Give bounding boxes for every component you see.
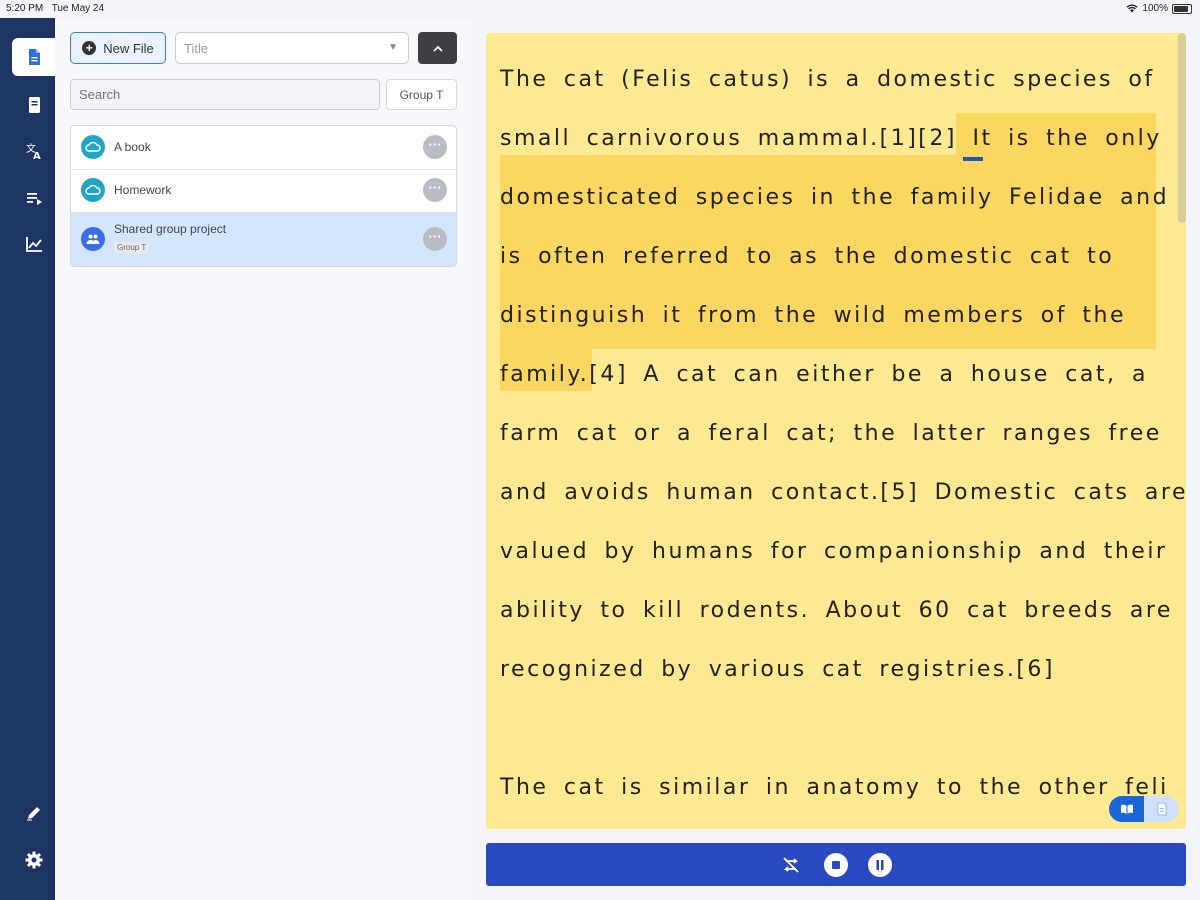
book-icon (29, 97, 40, 113)
reader-scrollbar[interactable] (1178, 33, 1186, 223)
pause-icon (867, 852, 892, 877)
chevron-up-icon (432, 45, 443, 52)
more-options-button[interactable]: ··· (423, 178, 447, 202)
nav-item-edit[interactable] (12, 794, 56, 832)
group-badge: Group T (114, 242, 150, 253)
wifi-icon (1126, 4, 1138, 13)
status-right: 100% (1126, 3, 1192, 14)
status-bar: 5:20 PM Tue May 24 100% (0, 0, 1200, 18)
battery-percent: 100% (1142, 3, 1168, 14)
sort-select[interactable]: Title ▼ (175, 32, 409, 64)
pause-button[interactable] (866, 851, 893, 878)
stop-icon (823, 852, 848, 877)
plus-icon: + (82, 41, 97, 55)
cloud-icon (81, 135, 105, 159)
nav-item-translate[interactable]: 文A (12, 132, 56, 170)
nav-item-statistics[interactable] (12, 225, 56, 263)
document-icon (1157, 802, 1166, 816)
more-options-button[interactable]: ··· (423, 227, 447, 251)
document-icon (28, 49, 40, 65)
chart-icon (26, 237, 42, 252)
gear-icon (25, 851, 43, 869)
group-filter-button[interactable]: Group T (386, 79, 457, 110)
file-row-shared-group-project[interactable]: Shared group project Group T ··· (71, 212, 456, 266)
nav-item-playlist[interactable] (12, 179, 56, 217)
side-nav: 文A (0, 18, 55, 900)
open-book-icon (1120, 804, 1133, 814)
search-input[interactable] (70, 79, 380, 110)
document-mode-segment[interactable] (1144, 796, 1179, 822)
file-row-homework[interactable]: Homework ··· (71, 169, 456, 213)
repeat-off-button[interactable] (777, 851, 804, 878)
status-time-date: 5:20 PM Tue May 24 (6, 3, 105, 14)
group-icon (81, 227, 105, 251)
translate-icon: 文A (26, 142, 41, 161)
view-mode-toggle[interactable] (1109, 796, 1179, 822)
more-options-button[interactable]: ··· (423, 135, 447, 159)
playback-bar (486, 843, 1186, 886)
file-name: Homework (114, 183, 172, 197)
collapse-button[interactable] (418, 32, 457, 64)
reader-pane[interactable]: The cat (Felis catus) is a domestic spec… (486, 33, 1186, 829)
reader-mode-segment[interactable] (1109, 796, 1144, 822)
repeat-off-icon (782, 856, 799, 873)
file-name: A book (114, 140, 151, 154)
chevron-down-icon: ▼ (388, 42, 398, 53)
nav-item-settings[interactable] (12, 841, 56, 879)
new-file-button[interactable]: + New File (70, 32, 166, 64)
playlist-icon (27, 193, 42, 205)
nav-item-documents[interactable] (12, 38, 55, 76)
pencil-icon (27, 807, 40, 821)
file-name: Shared group project (114, 222, 227, 236)
sort-select-value: Title (184, 41, 209, 56)
file-row-a-book[interactable]: A book ··· (71, 126, 456, 170)
group-filter-label: Group T (399, 87, 444, 102)
reader-text[interactable]: The cat (Felis catus) is a domestic spec… (500, 50, 1186, 817)
file-list: A book ··· Homework ··· Shared group pro… (70, 125, 457, 267)
cloud-icon (81, 178, 105, 202)
stop-button[interactable] (822, 851, 849, 878)
svg-text:A: A (33, 151, 41, 161)
battery-icon (1172, 3, 1192, 14)
nav-item-library[interactable] (12, 86, 56, 124)
new-file-label: New File (103, 40, 154, 56)
